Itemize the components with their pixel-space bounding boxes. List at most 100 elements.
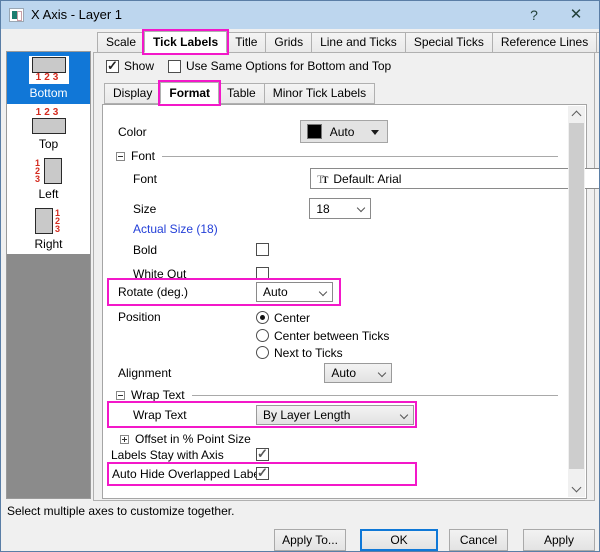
- subtab-display[interactable]: Display: [104, 83, 161, 104]
- ok-button[interactable]: OK: [360, 529, 438, 551]
- position-option-center[interactable]: Center: [256, 310, 310, 325]
- offset-group-label: Offset in % Point Size: [135, 432, 251, 446]
- format-form-panel: Color Auto Font Font TT Default: Arial: [102, 104, 587, 499]
- bold-checkbox[interactable]: [256, 243, 269, 256]
- scroll-down-icon[interactable]: [568, 481, 585, 497]
- font-dropdown[interactable]: TT Default: Arial: [310, 168, 600, 189]
- tab-tick-labels[interactable]: Tick Labels: [144, 31, 227, 53]
- sidebar-item-left[interactable]: 123 Left: [7, 154, 90, 204]
- bold-label: Bold: [133, 243, 157, 257]
- chevron-down-icon: [378, 368, 386, 376]
- wrap-text-group-header: Wrap Text: [116, 389, 558, 401]
- actual-size-text: Actual Size (18): [133, 222, 218, 236]
- sidebar-item-label: Bottom: [29, 86, 67, 100]
- show-label: Show: [124, 59, 154, 73]
- color-swatch: [307, 124, 322, 139]
- app-icon: [9, 8, 24, 22]
- sidebar-item-top[interactable]: 123 Top: [7, 104, 90, 154]
- tick-labels-tab-page: Show Use Same Options for Bottom and Top…: [93, 52, 595, 501]
- wrap-text-label: Wrap Text: [133, 408, 187, 422]
- labels-stay-label: Labels Stay with Axis: [111, 448, 224, 462]
- alignment-label: Alignment: [118, 366, 171, 380]
- radio-center[interactable]: [256, 311, 269, 324]
- collapse-icon[interactable]: [116, 391, 125, 400]
- sidebar-item-label: Top: [39, 137, 58, 151]
- sidebar-item-bottom[interactable]: 123 Bottom: [7, 52, 90, 104]
- same-options-row: Use Same Options for Bottom and Top: [168, 59, 391, 73]
- subtab-table[interactable]: Table: [218, 83, 265, 104]
- font-label: Font: [133, 172, 157, 186]
- color-row: Color Auto: [103, 120, 566, 143]
- wrap-text-dropdown[interactable]: By Layer Length: [256, 405, 414, 425]
- sidebar-item-label: Right: [34, 237, 62, 251]
- collapse-icon[interactable]: [116, 152, 125, 161]
- offset-group-header: Offset in % Point Size: [116, 433, 251, 445]
- color-label: Color: [118, 125, 147, 139]
- axis-bottom-icon: 123: [29, 56, 69, 84]
- sidebar-item-label: Left: [38, 187, 58, 201]
- bold-row: Bold: [103, 243, 566, 257]
- font-group-header: Font: [116, 150, 558, 162]
- tab-reference-lines[interactable]: Reference Lines: [492, 32, 597, 53]
- scroll-up-icon[interactable]: [568, 106, 585, 122]
- rotate-dropdown[interactable]: Auto: [256, 282, 333, 302]
- tab-grids[interactable]: Grids: [265, 32, 312, 53]
- auto-hide-checkbox[interactable]: [256, 467, 269, 480]
- apply-to-button[interactable]: Apply To...: [274, 529, 346, 551]
- same-options-checkbox[interactable]: [168, 60, 181, 73]
- position-option-next-to-ticks[interactable]: Next to Ticks: [256, 345, 343, 360]
- labels-stay-checkbox[interactable]: [256, 448, 269, 461]
- rotate-row-highlight: Rotate (deg.) Auto: [107, 278, 341, 306]
- same-options-label: Use Same Options for Bottom and Top: [186, 59, 391, 73]
- auto-hide-label: Auto Hide Overlapped Labels: [112, 467, 269, 481]
- size-dropdown[interactable]: 18: [309, 198, 371, 219]
- subtab-minor-tick-labels[interactable]: Minor Tick Labels: [264, 83, 375, 104]
- vertical-scrollbar[interactable]: [568, 106, 585, 497]
- sidebar-item-right[interactable]: 123 Right: [7, 204, 90, 254]
- wrap-text-group-label: Wrap Text: [131, 388, 185, 402]
- axis-dialog-window: X Axis - Layer 1 ? ✕ Scale Tick Labels T…: [0, 0, 600, 552]
- dropdown-arrow-icon: [371, 130, 379, 135]
- chevron-down-icon: [400, 410, 408, 418]
- font-group-label: Font: [131, 149, 155, 163]
- subtab-format[interactable]: Format: [160, 82, 219, 104]
- font-row: Font TT Default: Arial: [103, 168, 566, 189]
- auto-hide-row-highlight: Auto Hide Overlapped Labels: [107, 462, 417, 486]
- sub-tab-strip: Display Format Table Minor Tick Labels: [104, 83, 374, 104]
- close-icon[interactable]: ✕: [559, 1, 593, 29]
- apply-button[interactable]: Apply: [523, 529, 595, 551]
- alignment-dropdown[interactable]: Auto: [324, 363, 392, 383]
- titlebar: X Axis - Layer 1 ? ✕: [1, 1, 599, 29]
- rotate-label: Rotate (deg.): [118, 285, 188, 299]
- tab-line-and-ticks[interactable]: Line and Ticks: [311, 32, 406, 53]
- position-label: Position: [118, 310, 161, 324]
- show-row: Show: [106, 59, 154, 73]
- chevron-down-icon: [357, 204, 365, 212]
- position-option-center-between-ticks[interactable]: Center between Ticks: [256, 328, 389, 343]
- actual-size-row: Actual Size (18): [103, 222, 218, 236]
- expand-icon[interactable]: [120, 435, 129, 444]
- status-text: Select multiple axes to customize togeth…: [7, 504, 234, 518]
- show-checkbox[interactable]: [106, 60, 119, 73]
- tab-special-ticks[interactable]: Special Ticks: [405, 32, 493, 53]
- tab-scale[interactable]: Scale: [97, 32, 145, 53]
- alignment-row: Alignment Auto: [103, 362, 566, 383]
- tab-breaks[interactable]: Breaks: [596, 32, 600, 53]
- axis-top-icon: 123: [29, 107, 69, 135]
- tab-title[interactable]: Title: [226, 32, 266, 53]
- help-icon[interactable]: ?: [517, 1, 551, 29]
- axis-selector-sidebar: 123 Bottom 123 Top 123 Left: [6, 51, 91, 499]
- wrap-text-row-highlight: Wrap Text By Layer Length: [107, 401, 417, 428]
- position-row: Position: [103, 310, 161, 324]
- chevron-down-icon: [319, 288, 327, 296]
- scrollbar-thumb[interactable]: [569, 123, 584, 469]
- size-row: Size 18: [103, 198, 566, 219]
- radio-center-between-ticks[interactable]: [256, 329, 269, 342]
- window-title: X Axis - Layer 1: [31, 1, 122, 29]
- labels-stay-row: Labels Stay with Axis: [111, 448, 566, 462]
- axis-right-icon: 123: [32, 207, 65, 235]
- axis-left-icon: 123: [32, 157, 65, 185]
- color-dropdown[interactable]: Auto: [300, 120, 388, 143]
- cancel-button[interactable]: Cancel: [449, 529, 508, 551]
- radio-next-to-ticks[interactable]: [256, 346, 269, 359]
